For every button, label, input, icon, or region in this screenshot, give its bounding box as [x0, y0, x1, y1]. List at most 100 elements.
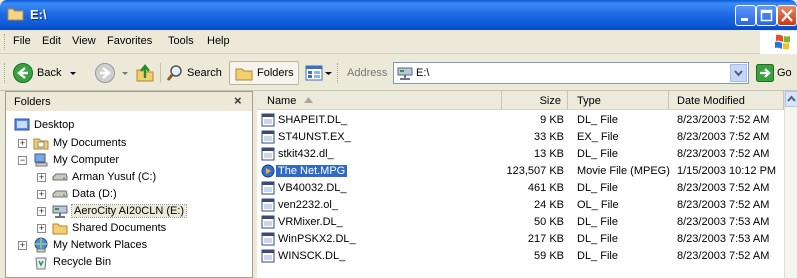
- tree-item-drive-d[interactable]: Data (D:): [52, 185, 117, 202]
- views-icon: [305, 65, 323, 81]
- scroll-up-button[interactable]: [785, 91, 797, 107]
- tree-item-desktop[interactable]: Desktop: [14, 116, 74, 133]
- file-date: 8/23/2003 7:52 AM: [677, 182, 770, 194]
- table-row[interactable]: ven2232.ol_ 24 KB OL_ File 8/23/2003 7:5…: [257, 197, 797, 214]
- network-drive-icon: [52, 205, 68, 218]
- windows-logo: [760, 31, 797, 54]
- tree-item-my-computer[interactable]: My Computer: [33, 151, 119, 168]
- expand-toggle[interactable]: +: [37, 207, 46, 216]
- file-name: ST4UNST.EX_: [278, 131, 351, 143]
- go-button[interactable]: Go: [756, 61, 792, 85]
- search-label: Search: [187, 67, 222, 79]
- network-drive-icon: [397, 67, 413, 80]
- menu-view[interactable]: View: [72, 35, 96, 47]
- file-size: 461 KB: [527, 182, 564, 194]
- table-row[interactable]: VRMixer.DL_ 50 KB DL_ File 8/23/2003 7:5…: [257, 214, 797, 231]
- tree-item-network-places[interactable]: My Network Places: [33, 236, 147, 253]
- chevron-down-icon: [70, 72, 77, 75]
- tree-item-my-documents[interactable]: My Documents: [33, 134, 126, 151]
- file-name-selected: The Net.MPG: [276, 165, 348, 177]
- forward-button[interactable]: [94, 61, 131, 85]
- column-header-size-label: Size: [539, 95, 561, 107]
- folder-icon: [52, 223, 68, 234]
- toolbar-separator: [298, 63, 299, 83]
- file-date: 8/23/2003 7:52 AM: [677, 250, 770, 262]
- close-pane-button[interactable]: ×: [234, 93, 242, 108]
- vertical-scrollbar[interactable]: [784, 91, 797, 278]
- folder-icon: [7, 8, 24, 21]
- expand-toggle[interactable]: +: [37, 173, 46, 182]
- up-folder-button[interactable]: [134, 61, 156, 85]
- back-arrow-icon: [13, 63, 33, 83]
- tree-label: My Computer: [53, 153, 120, 166]
- close-icon: [781, 9, 793, 22]
- expand-toggle[interactable]: +: [18, 241, 27, 250]
- maximize-icon: [760, 9, 773, 22]
- menu-tools[interactable]: Tools: [168, 35, 194, 47]
- computer-icon: [34, 153, 48, 166]
- collapse-toggle[interactable]: −: [18, 156, 27, 165]
- column-header-name[interactable]: Name: [257, 91, 502, 110]
- column-header-size[interactable]: Size: [502, 91, 568, 110]
- tree-item-drive-e[interactable]: AeroCity AI20CLN (E:): [52, 202, 188, 219]
- minimize-button[interactable]: [735, 5, 756, 26]
- tree-label: My Documents: [53, 136, 127, 149]
- table-row[interactable]: SHAPEIT.DL_ 9 KB DL_ File 8/23/2003 7:52…: [257, 112, 797, 129]
- explorer-window: E:\ File Edit View Favorites Tools Help: [0, 0, 797, 278]
- folders-icon: [235, 68, 253, 81]
- tree-label: Desktop: [34, 118, 75, 131]
- address-dropdown-button[interactable]: [730, 64, 747, 82]
- table-row[interactable]: ST4UNST.EX_ 33 KB EX_ File 8/23/2003 7:5…: [257, 129, 797, 146]
- expand-toggle[interactable]: +: [18, 139, 27, 148]
- column-header-type-label: Type: [577, 95, 601, 107]
- menu-grip[interactable]: [4, 34, 7, 50]
- file-type: DL_ File: [577, 182, 618, 194]
- file-type: DL_ File: [577, 233, 618, 245]
- maximize-button[interactable]: [756, 5, 777, 26]
- tree-item-shared-documents[interactable]: Shared Documents: [52, 219, 166, 236]
- table-row[interactable]: VB40032.DL_ 461 KB DL_ File 8/23/2003 7:…: [257, 180, 797, 197]
- table-row[interactable]: WINSCK.DL_ 59 KB DL_ File 8/23/2003 7:52…: [257, 248, 797, 265]
- menu-help[interactable]: Help: [207, 35, 230, 47]
- search-button[interactable]: Search: [166, 61, 222, 85]
- expand-toggle[interactable]: +: [37, 224, 46, 233]
- chevron-down-icon: [734, 70, 743, 77]
- file-size: 9 KB: [540, 114, 564, 126]
- up-folder-icon: [136, 64, 154, 82]
- address-bar[interactable]: E:\: [393, 62, 749, 84]
- file-type: DL_ File: [577, 148, 618, 160]
- menu-bar: File Edit View Favorites Tools Help: [0, 30, 797, 54]
- title-bar[interactable]: E:\: [0, 0, 797, 30]
- tree-item-recycle-bin[interactable]: Recycle Bin: [33, 253, 111, 270]
- table-row-selected[interactable]: The Net.MPG 123,507 KB Movie File (MPEG)…: [257, 163, 797, 180]
- menu-file[interactable]: File: [13, 35, 31, 47]
- table-row[interactable]: stkit432.dl_ 13 KB DL_ File 8/23/2003 7:…: [257, 146, 797, 163]
- close-button[interactable]: [777, 5, 797, 26]
- views-button[interactable]: [304, 61, 333, 85]
- menu-favorites[interactable]: Favorites: [107, 35, 152, 47]
- forward-arrow-icon: [95, 63, 115, 83]
- menu-edit[interactable]: Edit: [42, 35, 61, 47]
- recycle-bin-icon: [35, 257, 47, 269]
- file-size: 33 KB: [534, 131, 564, 143]
- file-icon: [261, 130, 275, 144]
- tree-label: My Network Places: [53, 238, 148, 251]
- column-header-type[interactable]: Type: [568, 91, 669, 110]
- address-input[interactable]: E:\: [416, 67, 429, 79]
- chevron-down-icon: [122, 72, 128, 75]
- tree-item-drive-c[interactable]: Arman Yusuf (C:): [52, 168, 156, 185]
- address-grip[interactable]: [337, 63, 340, 83]
- file-icon: [261, 147, 275, 161]
- drive-icon: [52, 173, 68, 180]
- file-date: 8/23/2003 7:52 AM: [677, 199, 770, 211]
- file-name: VRMixer.DL_: [278, 216, 343, 228]
- table-row[interactable]: WinPSKX2.DL_ 217 KB DL_ File 8/23/2003 7…: [257, 231, 797, 248]
- column-header-date-modified[interactable]: Date Modified: [669, 91, 784, 110]
- file-icon: [261, 249, 275, 263]
- back-button[interactable]: Back: [12, 61, 79, 85]
- back-label: Back: [37, 67, 62, 79]
- folders-button[interactable]: Folders: [229, 61, 299, 85]
- folders-label: Folders: [257, 67, 294, 79]
- toolbar-grip[interactable]: [4, 63, 7, 83]
- expand-toggle[interactable]: +: [37, 190, 46, 199]
